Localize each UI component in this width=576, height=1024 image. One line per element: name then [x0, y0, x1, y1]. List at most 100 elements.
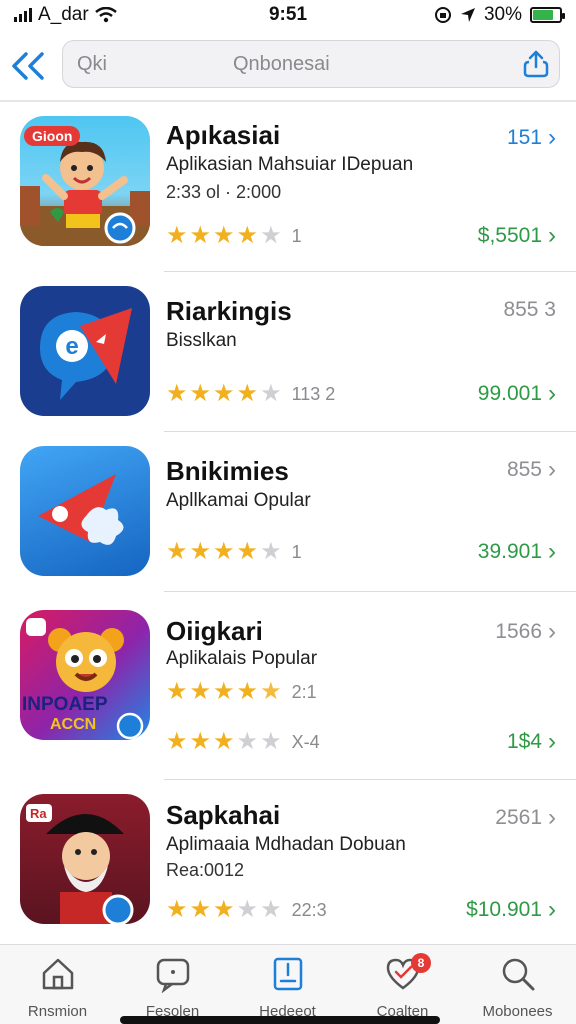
app-subtitle: Apllkamai Opular [166, 490, 311, 511]
app-subtitle: Aplikalais Popular [166, 648, 318, 669]
app-price-button[interactable]: $,5501 › [478, 224, 556, 248]
share-icon[interactable] [521, 49, 551, 79]
app-rank[interactable]: 855 3 [503, 298, 556, 322]
star-half-icon: ★ [260, 678, 282, 705]
price-value: 99.001 [477, 382, 542, 405]
list-item[interactable]: e Riarkingis Bisslkan ★ ★ ★ ★ ★ 113 2 855 3 … [0, 272, 576, 432]
star-icon: ★ [213, 538, 235, 565]
star-rating: ★ ★ ★ ★ ★ 1 [166, 224, 302, 248]
app-title[interactable]: Oiigkari [166, 616, 263, 647]
search-input[interactable]: Qki Qnbonesai [62, 40, 560, 88]
app-rank[interactable]: 855 › [507, 458, 556, 482]
star-icon: ★ [213, 222, 235, 249]
list-item[interactable]: INPOAEP ACCN Oiigkari Aplikalais Popular… [0, 592, 576, 780]
rank-value: 151 [506, 126, 542, 149]
search-icon [502, 958, 534, 991]
chevron-right-icon: › [548, 618, 556, 645]
search-header: Qki Qnbonesai [0, 38, 576, 94]
location-icon [460, 8, 475, 22]
app-icon-badge-text: Ra [30, 806, 47, 821]
tab-messages[interactable]: Fesolen [115, 951, 230, 1021]
app-price-button[interactable]: 99.001 › [478, 382, 556, 406]
rating-count: X-4 [291, 732, 320, 752]
star-rating-secondary: ★ ★ ★ ★ ★ X-4 [166, 730, 320, 754]
star-empty-icon: ★ [260, 896, 282, 923]
star-empty-icon: ★ [236, 896, 259, 923]
star-icon: ★ [213, 728, 235, 755]
app-icon-text: INPOAEP [22, 694, 108, 715]
list-item[interactable]: Ra Sapkahai Aplimaaia Mdhadan Dobuan Rea… [0, 780, 576, 942]
star-empty-icon: ★ [260, 380, 282, 407]
app-rank[interactable]: 151 › [507, 126, 556, 150]
star-icon: ★ [166, 222, 188, 249]
document-icon [273, 957, 302, 991]
app-rank[interactable]: 1566 › [495, 620, 556, 644]
star-empty-icon: ★ [236, 728, 259, 755]
price-value: $10.901 [466, 898, 542, 921]
app-price-button[interactable]: 1$4 › [507, 730, 556, 754]
search-query: Qnbonesai [233, 53, 330, 75]
app-title[interactable]: Bnikimies [166, 456, 289, 487]
app-title[interactable]: Riarkingis [166, 296, 292, 327]
chevron-right-icon: › [548, 804, 556, 831]
tab-home[interactable]: Rnsmion [0, 951, 115, 1021]
list-item[interactable]: Bnikimies Apllkamai Opular ★ ★ ★ ★ ★ 1 855 ›… [0, 432, 576, 592]
chevron-right-icon: › [548, 538, 556, 565]
star-icon: ★ [189, 222, 212, 249]
star-icon: ★ [166, 728, 188, 755]
star-icon: ★ [166, 678, 188, 705]
app-icon-pirate[interactable]: Ra [20, 794, 150, 924]
battery-icon [530, 7, 565, 23]
star-icon: ★ [189, 728, 212, 755]
chevron-right-icon: › [548, 456, 556, 483]
star-icon: ★ [189, 896, 212, 923]
star-rating: ★ ★ ★ ★ ★ 2:1 [166, 680, 317, 704]
message-icon [156, 958, 189, 993]
app-subtitle: Aplimaaia Mdhadan Dobuan [166, 834, 406, 855]
app-icon-badge-text: Gioon [24, 126, 81, 146]
chevron-right-icon: › [548, 380, 556, 407]
rank-value: 855 [506, 458, 542, 481]
search-placeholder: Qki [77, 53, 107, 75]
star-icon: ★ [189, 380, 212, 407]
tab-label: Rnsmion [27, 1003, 88, 1020]
app-icon-map[interactable]: e [20, 286, 150, 416]
star-icon: ★ [236, 538, 259, 565]
app-price-button[interactable]: 39.901 › [478, 540, 556, 564]
app-price-button[interactable]: $10.901 › [466, 898, 556, 922]
notification-badge: 8 [411, 953, 431, 973]
app-icon-text: ACCN [50, 716, 97, 733]
star-icon: ★ [213, 896, 235, 923]
app-icon-arrow[interactable] [20, 446, 150, 576]
app-rank[interactable]: 2561 › [495, 806, 556, 830]
rank-value: 1566 [495, 620, 542, 643]
star-icon: ★ [189, 678, 212, 705]
star-rating: ★ ★ ★ ★ ★ 113 2 [166, 382, 335, 406]
svg-text:e: e [65, 333, 78, 360]
star-icon: ★ [213, 678, 235, 705]
app-meta: 2:33 ol · 2:000 [166, 182, 282, 202]
tab-documents[interactable]: Hedeeot [230, 951, 345, 1021]
star-icon: ★ [166, 538, 188, 565]
tab-label: Mobonees [482, 1003, 553, 1020]
status-right: 30% [434, 4, 565, 26]
back-icon[interactable] [10, 48, 50, 84]
tab-favorites[interactable]: 8 Coalten [345, 951, 460, 1021]
price-value: 39.901 [477, 540, 542, 563]
star-empty-icon: ★ [260, 728, 282, 755]
rating-count: 113 2 [291, 384, 336, 404]
chevron-right-icon: › [548, 222, 556, 249]
app-icon-boy[interactable]: Gioon [20, 116, 150, 246]
rating-count: 22:3 [291, 900, 327, 920]
chevron-right-icon: › [548, 124, 556, 151]
app-title[interactable]: Apıkasiai [166, 120, 280, 151]
app-title[interactable]: Sapkahai [166, 800, 280, 831]
star-icon: ★ [189, 538, 212, 565]
price-value: 1$4 [506, 730, 542, 753]
rating-count: 2:1 [291, 682, 317, 702]
list-item[interactable]: Gioon Apıkasiai Aplikasian Mahsuiar IDep… [0, 102, 576, 272]
star-icon: ★ [236, 222, 259, 249]
star-empty-icon: ★ [260, 222, 282, 249]
app-icon-bear[interactable]: INPOAEP ACCN [20, 610, 150, 740]
tab-search[interactable]: Mobonees [460, 951, 575, 1021]
